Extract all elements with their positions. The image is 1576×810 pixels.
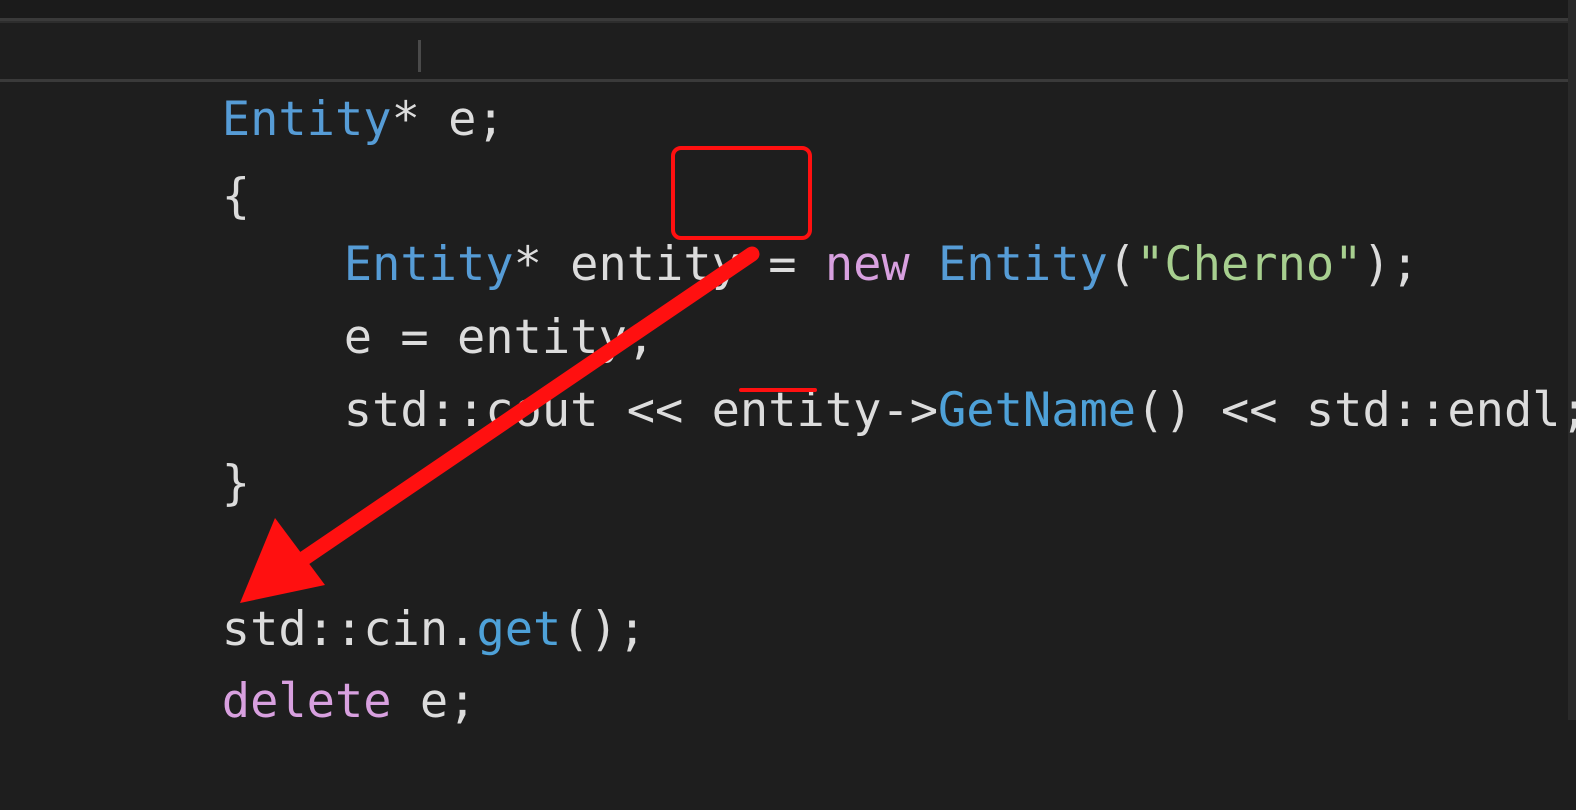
- red-arrow-icon: [240, 246, 760, 603]
- code-editor[interactable]: Entity* e; { Entity* entity = new Entity…: [0, 0, 1576, 729]
- arrow-shaft: [282, 246, 760, 576]
